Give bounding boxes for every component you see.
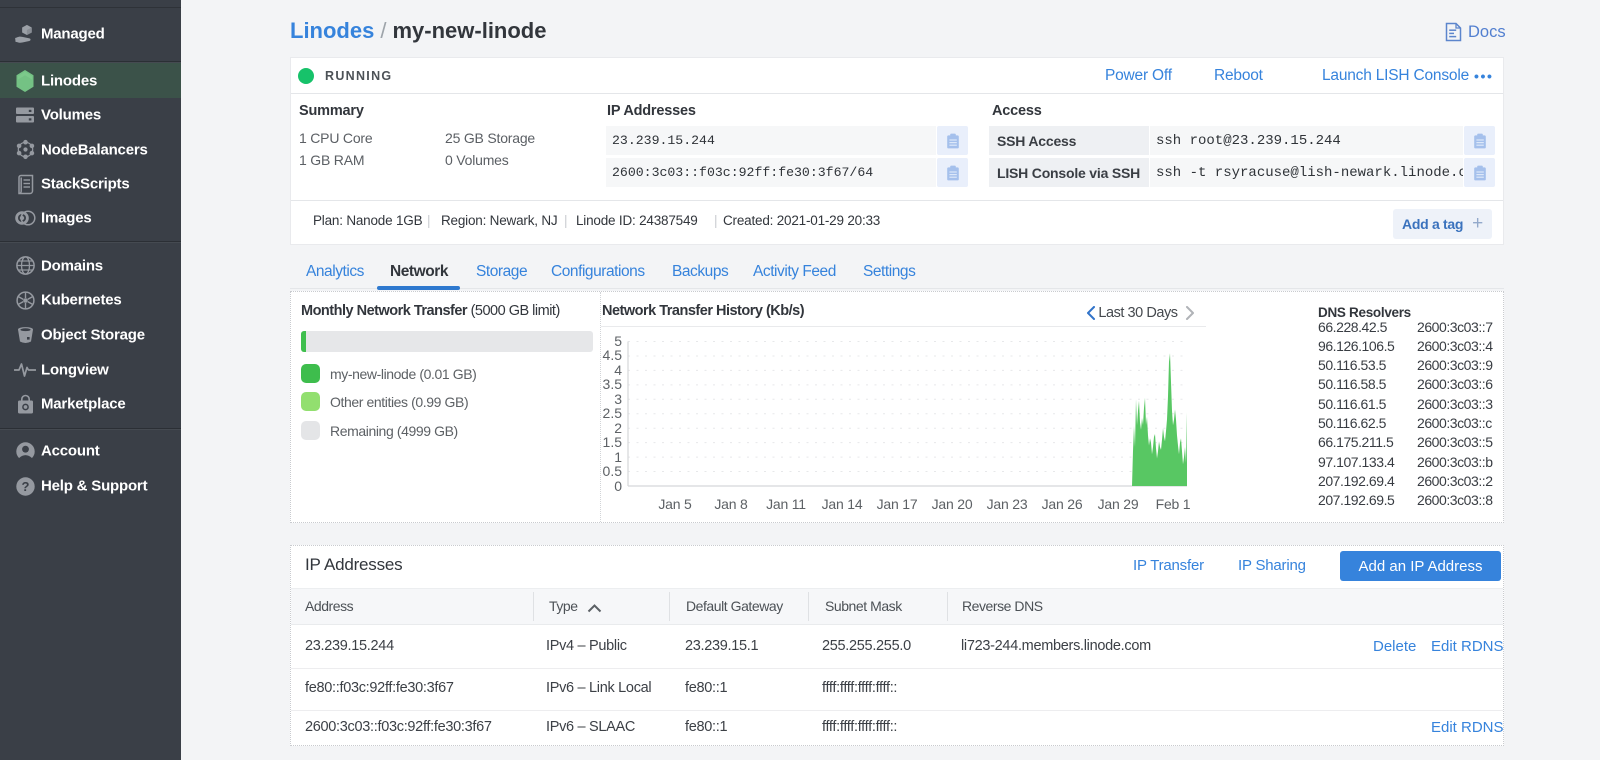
svg-text:?: ? (21, 479, 29, 494)
